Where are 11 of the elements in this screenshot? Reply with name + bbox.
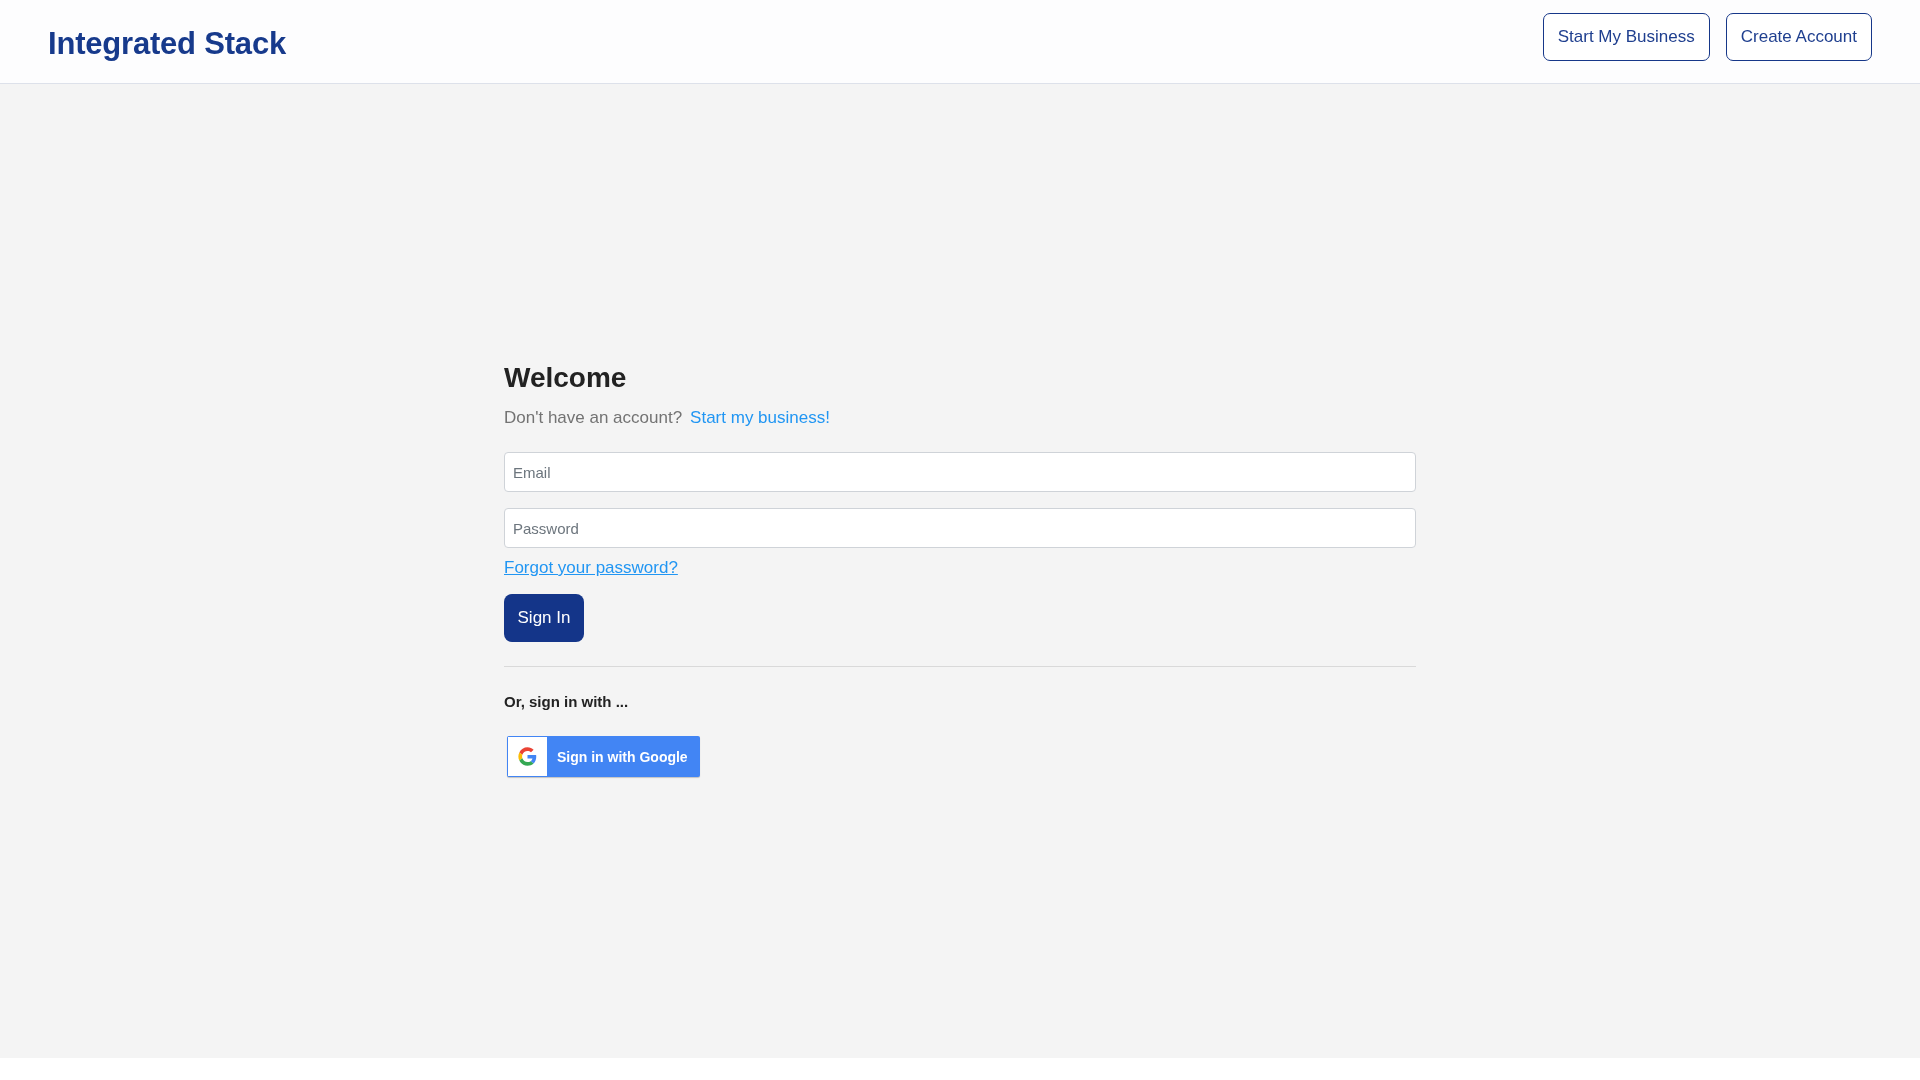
account-prompt: Don't have an account? bbox=[504, 408, 683, 428]
input-field[interactable]: Password bbox=[504, 508, 1416, 548]
welcome-heading: Welcome bbox=[504, 362, 627, 394]
header-button[interactable]: Create Account bbox=[1725, 12, 1872, 61]
sign-in-button[interactable]: Sign In bbox=[504, 594, 584, 642]
header-button[interactable]: Start My Business bbox=[1542, 12, 1710, 61]
input-field[interactable]: Email bbox=[504, 452, 1416, 492]
google-g-icon bbox=[508, 737, 547, 776]
site-logo[interactable]: Integrated Stack bbox=[48, 25, 286, 62]
google-sign-in-button[interactable]: Sign in with Google bbox=[507, 736, 700, 777]
alt-signin-heading: Or, sign in with ... bbox=[504, 693, 629, 710]
